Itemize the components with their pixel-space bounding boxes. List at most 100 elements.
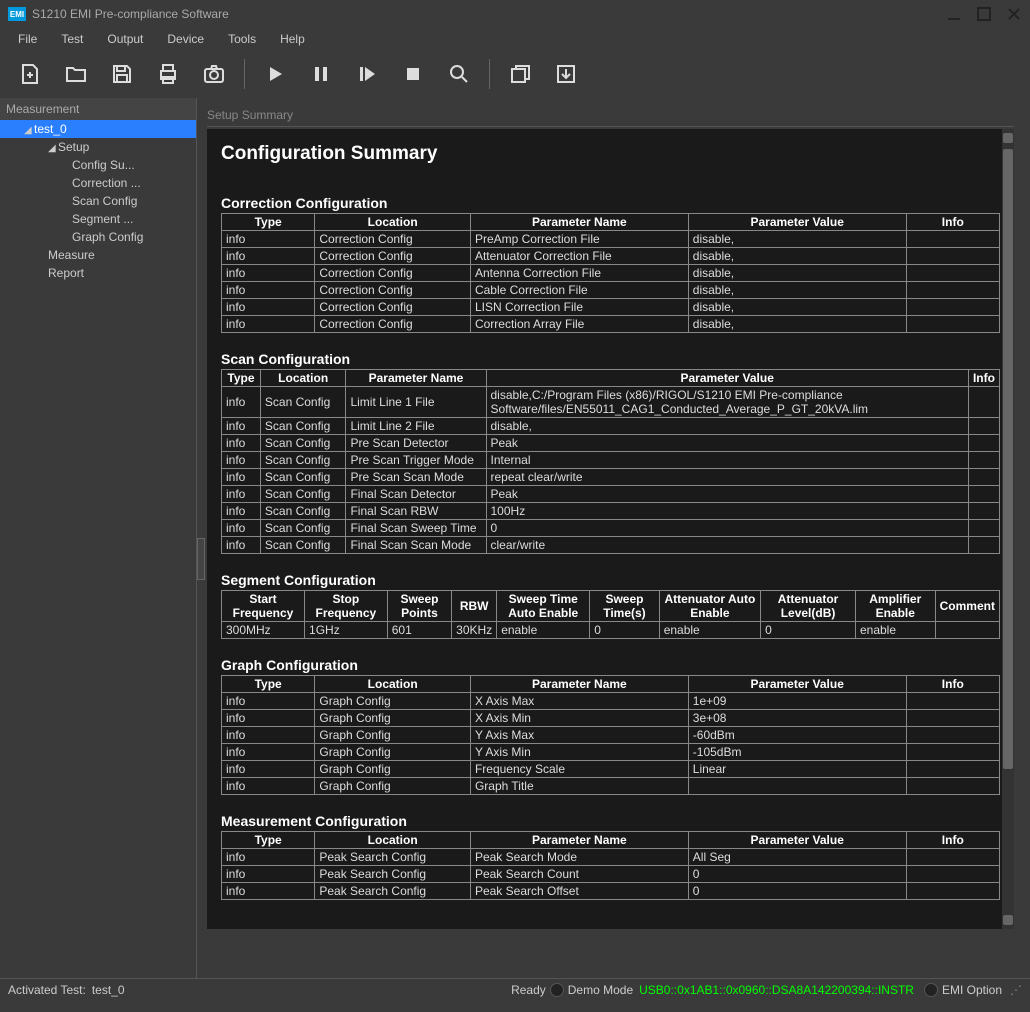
table-cell: enable bbox=[855, 622, 935, 639]
tree-item-setup[interactable]: ◢Setup bbox=[0, 138, 196, 156]
tree-item-report[interactable]: Report bbox=[0, 264, 196, 282]
demo-mode-indicator bbox=[550, 983, 564, 997]
scroll-thumb[interactable] bbox=[1003, 149, 1013, 769]
tree-item-measure[interactable]: Measure bbox=[0, 246, 196, 264]
search-button[interactable] bbox=[437, 54, 481, 94]
step-button[interactable] bbox=[345, 54, 389, 94]
table-cell: LISN Correction File bbox=[470, 299, 688, 316]
table-header: Attenuator Auto Enable bbox=[659, 591, 760, 622]
table-cell bbox=[906, 693, 999, 710]
toolbar-separator bbox=[489, 59, 490, 89]
menu-file[interactable]: File bbox=[8, 30, 47, 48]
pause-button[interactable] bbox=[299, 54, 343, 94]
table-cell: disable,C:/Program Files (x86)/RIGOL/S12… bbox=[486, 387, 968, 418]
play-button[interactable] bbox=[253, 54, 297, 94]
scan-table: TypeLocationParameter NameParameter Valu… bbox=[221, 369, 1000, 554]
tree-item-config-summary[interactable]: Config Su... bbox=[0, 156, 196, 174]
table-row: infoCorrection ConfigAntenna Correction … bbox=[222, 265, 1000, 282]
table-cell: Peak Search Config bbox=[315, 849, 471, 866]
menu-tools[interactable]: Tools bbox=[218, 30, 266, 48]
tree-item-graph-config[interactable]: Graph Config bbox=[0, 228, 196, 246]
table-cell: info bbox=[222, 778, 315, 795]
table-cell bbox=[906, 883, 999, 900]
menu-test[interactable]: Test bbox=[51, 30, 93, 48]
window-button[interactable] bbox=[498, 54, 542, 94]
new-file-button[interactable] bbox=[8, 54, 52, 94]
table-cell: info bbox=[222, 520, 261, 537]
table-cell: Graph Config bbox=[315, 761, 471, 778]
graph-table: TypeLocationParameter NameParameter Valu… bbox=[221, 675, 1000, 795]
tree-item-segment[interactable]: Segment ... bbox=[0, 210, 196, 228]
table-row: infoGraph ConfigY Axis Min-105dBm bbox=[222, 744, 1000, 761]
table-cell: clear/write bbox=[486, 537, 968, 554]
stop-button[interactable] bbox=[391, 54, 435, 94]
table-cell: Peak Search Config bbox=[315, 883, 471, 900]
tree-item-correction[interactable]: Correction ... bbox=[0, 174, 196, 192]
table-cell: X Axis Max bbox=[470, 693, 688, 710]
table-cell: disable, bbox=[688, 248, 906, 265]
tree-label: Setup bbox=[58, 140, 89, 154]
table-cell: Y Axis Max bbox=[470, 727, 688, 744]
table-header: RBW bbox=[452, 591, 497, 622]
table-cell: info bbox=[222, 486, 261, 503]
table-header: Attenuator Level(dB) bbox=[761, 591, 856, 622]
table-cell: Final Scan Sweep Time bbox=[346, 520, 486, 537]
table-header: Comment bbox=[935, 591, 999, 622]
scroll-up-arrow[interactable] bbox=[1003, 133, 1013, 143]
status-ready: Ready bbox=[511, 983, 546, 997]
save-button[interactable] bbox=[100, 54, 144, 94]
table-cell bbox=[968, 520, 999, 537]
table-cell: 1GHz bbox=[305, 622, 388, 639]
table-cell: info bbox=[222, 265, 315, 282]
toolbar bbox=[0, 50, 1030, 98]
menu-output[interactable]: Output bbox=[97, 30, 153, 48]
table-cell: disable, bbox=[688, 316, 906, 333]
scrollbar[interactable] bbox=[1002, 129, 1014, 929]
minimize-button[interactable] bbox=[946, 6, 962, 22]
status-instrument: USB0::0x1AB1::0x0960::DSA8A142200394::IN… bbox=[639, 983, 914, 997]
table-header: Type bbox=[222, 676, 315, 693]
table-cell: Frequency Scale bbox=[470, 761, 688, 778]
maximize-button[interactable] bbox=[976, 6, 992, 22]
menu-device[interactable]: Device bbox=[157, 30, 214, 48]
table-cell: -105dBm bbox=[688, 744, 906, 761]
table-row: infoGraph ConfigX Axis Min3e+08 bbox=[222, 710, 1000, 727]
table-cell: Graph Config bbox=[315, 727, 471, 744]
table-cell: PreAmp Correction File bbox=[470, 231, 688, 248]
table-cell: 100Hz bbox=[486, 503, 968, 520]
camera-button[interactable] bbox=[192, 54, 236, 94]
table-cell bbox=[968, 503, 999, 520]
page-heading: Configuration Summary bbox=[221, 143, 1000, 165]
table-cell: disable, bbox=[688, 299, 906, 316]
section-correction-title: Correction Configuration bbox=[221, 195, 1000, 211]
tree-item-test[interactable]: ◢test_0 bbox=[0, 120, 196, 138]
resize-grip-icon[interactable]: ⋰ bbox=[1010, 983, 1022, 997]
table-header: Type bbox=[222, 832, 315, 849]
table-cell: Attenuator Correction File bbox=[470, 248, 688, 265]
table-header: Type bbox=[222, 370, 261, 387]
scroll-down-arrow[interactable] bbox=[1003, 915, 1013, 925]
menu-help[interactable]: Help bbox=[270, 30, 315, 48]
open-folder-button[interactable] bbox=[54, 54, 98, 94]
table-cell: Correction Config bbox=[315, 316, 471, 333]
summary-panel[interactable]: Configuration Summary Correction Configu… bbox=[207, 129, 1014, 929]
status-activated-value: test_0 bbox=[92, 983, 125, 997]
table-cell bbox=[906, 248, 999, 265]
splitter-handle[interactable] bbox=[197, 538, 205, 580]
table-row: infoScan ConfigFinal Scan Scan Modeclear… bbox=[222, 537, 1000, 554]
table-cell: info bbox=[222, 503, 261, 520]
table-cell: Peak Search Mode bbox=[470, 849, 688, 866]
close-button[interactable] bbox=[1006, 6, 1022, 22]
tree-item-scan-config[interactable]: Scan Config bbox=[0, 192, 196, 210]
window-title: S1210 EMI Pre-compliance Software bbox=[32, 7, 946, 21]
table-row: infoCorrection ConfigCable Correction Fi… bbox=[222, 282, 1000, 299]
table-cell: info bbox=[222, 248, 315, 265]
table-cell bbox=[906, 299, 999, 316]
table-cell: enable bbox=[497, 622, 590, 639]
content-area: Setup Summary Configuration Summary Corr… bbox=[197, 98, 1030, 978]
download-button[interactable] bbox=[544, 54, 588, 94]
print-button[interactable] bbox=[146, 54, 190, 94]
table-cell bbox=[906, 316, 999, 333]
table-header: Parameter Name bbox=[470, 676, 688, 693]
table-cell: 3e+08 bbox=[688, 710, 906, 727]
